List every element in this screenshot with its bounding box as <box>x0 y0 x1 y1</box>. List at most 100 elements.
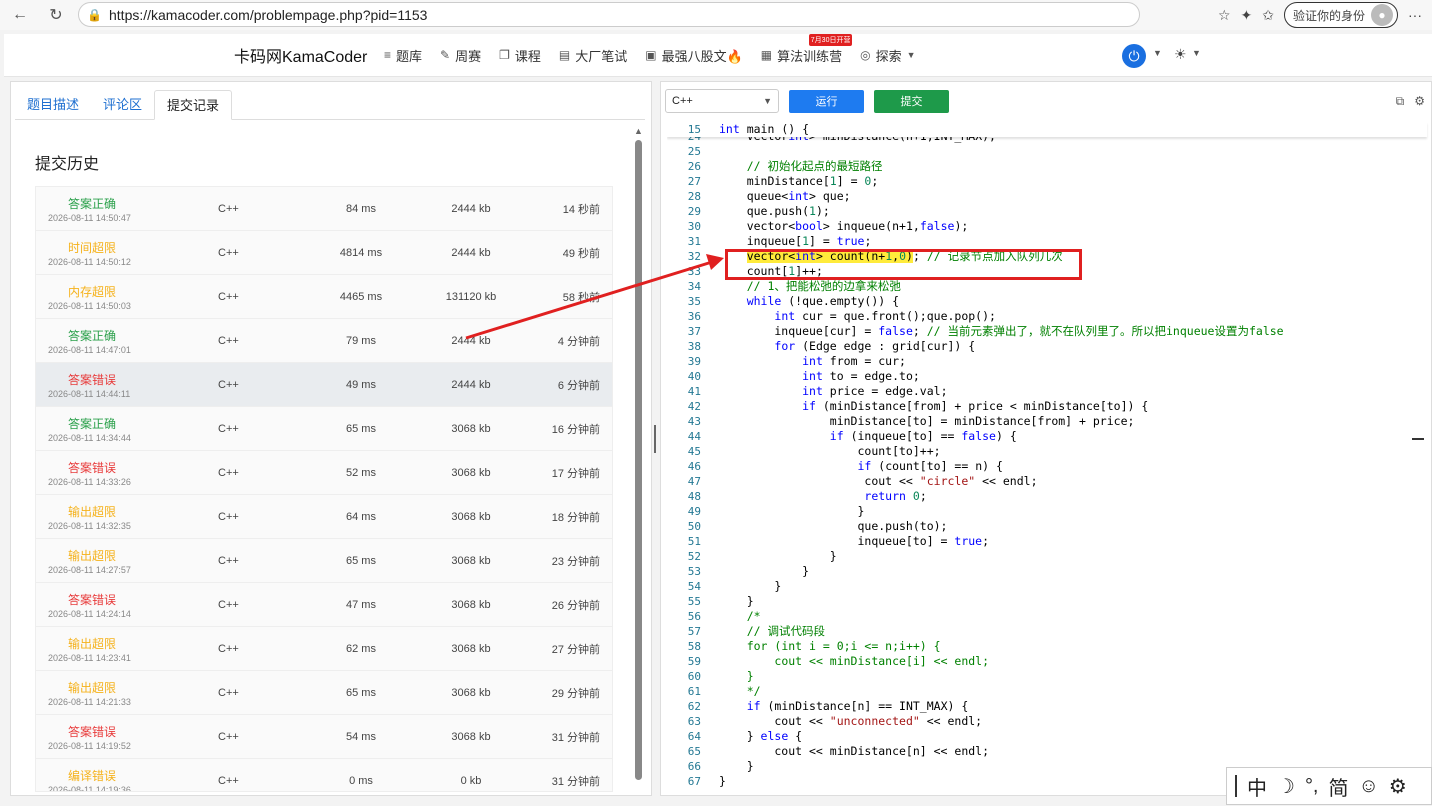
run-time: 79 ms <box>346 334 376 347</box>
language-select[interactable]: C++ ▼ <box>665 89 779 113</box>
scroll-up-icon[interactable]: ▲ <box>634 126 643 136</box>
memory: 3068 kb <box>451 554 491 567</box>
star-icon[interactable]: ☆ <box>1218 7 1231 24</box>
line-number: 15 <box>687 123 701 136</box>
verify-identity-button[interactable]: 验证你的身份 ● <box>1283 2 1398 28</box>
tab-0[interactable]: 题目描述 <box>15 90 91 119</box>
line-number: 62 <box>687 700 701 713</box>
browser-toolbar: ← ↻ 🔒 https://kamacoder.com/problempage.… <box>0 0 1432 30</box>
submit-date: 2026-08-11 14:27:57 <box>48 565 131 575</box>
line-number: 27 <box>687 175 701 188</box>
line-number: 37 <box>687 325 701 338</box>
calendar-icon: ▦ <box>760 48 773 62</box>
lock-icon: 🔒 <box>87 7 102 22</box>
ime-item-1[interactable]: ☽ <box>1277 774 1295 799</box>
table-row[interactable]: 输出超限 2026-08-11 14:32:35 C++ 64 ms 3068 kb 18… <box>36 495 612 539</box>
tab-2[interactable]: 提交记录 <box>154 90 233 120</box>
panel-splitter[interactable] <box>654 425 656 453</box>
table-row[interactable]: 输出超限 2026-08-11 14:21:33 C++ 65 ms 3068 kb 29… <box>36 671 612 715</box>
time-ago: 18 分钟前 <box>551 511 600 524</box>
code-text: int to = edge.to; <box>802 369 920 383</box>
settings-icon[interactable]: ⚙ <box>1414 94 1425 109</box>
power-icon[interactable]: ⏻ <box>1122 44 1146 68</box>
ime-toolbar: 中 ☽ °, 简 ☺ ⚙ <box>1226 767 1432 805</box>
table-row[interactable]: 输出超限 2026-08-11 14:27:57 C++ 65 ms 3068 kb 23… <box>36 539 612 583</box>
submission-list: 答案正确 2026-08-11 14:50:47 C++ 84 ms 2444 kb 14… <box>35 186 613 792</box>
theme-icon[interactable]: ☀ <box>1174 46 1187 63</box>
table-row[interactable]: 答案正确 2026-08-11 14:47:01 C++ 79 ms 2444 kb 4 … <box>36 319 612 363</box>
table-row[interactable]: 时间超限 2026-08-11 14:50:12 C++ 4814 ms 2444 kb… <box>36 231 612 275</box>
more-icon[interactable]: ··· <box>1408 7 1422 23</box>
ime-item-4[interactable]: ☺ <box>1359 775 1379 798</box>
run-button[interactable]: 运行 <box>789 89 864 113</box>
ime-item-3[interactable]: 简 <box>1329 772 1349 801</box>
code-text: count[to]++; <box>719 444 941 458</box>
nav-item-3[interactable]: ▤ 大厂笔试 <box>559 46 627 65</box>
tab-1[interactable]: 评论区 <box>91 90 154 119</box>
nav-item-5[interactable]: ▦ 算法训练营 7月30日开营 <box>760 33 853 65</box>
submit-button[interactable]: 提交 <box>874 89 949 113</box>
status-label: 答案错误 <box>68 593 117 607</box>
table-row[interactable]: 内存超限 2026-08-11 14:50:03 C++ 4465 ms 131120 … <box>36 275 612 319</box>
code-line: 51 inqueue[to] = true; <box>667 534 1427 549</box>
nav-item-6[interactable]: ◎ 探索 ▼ <box>860 46 915 65</box>
line-number: 67 <box>687 775 701 788</box>
scrollbar-thumb[interactable] <box>635 140 642 780</box>
status-label: 输出超限 <box>68 637 117 651</box>
submit-date: 2026-08-11 14:19:36 <box>48 785 131 792</box>
code-text: minDistance[1] = 0; <box>719 174 879 188</box>
ime-item-0[interactable]: 中 <box>1247 772 1267 801</box>
run-time: 65 ms <box>346 686 376 699</box>
status-label: 输出超限 <box>68 549 117 563</box>
code-text: cout << "circle" << endl; <box>719 474 1038 488</box>
table-row[interactable]: 答案错误 2026-08-11 14:24:14 C++ 47 ms 3068 kb 26… <box>36 583 612 627</box>
code-line: 27 minDistance[1] = 0; <box>667 174 1427 189</box>
table-row[interactable]: 答案正确 2026-08-11 14:50:47 C++ 84 ms 2444 kb 14… <box>36 187 612 231</box>
site-header: 卡码网KamaCoder ≡ 题库 ✎ 周赛 ❐ 课程 ▤ 大厂笔试 ▣ 最强八股文🔥 ▦ 算法训练营… <box>4 33 1432 77</box>
code-text: inqueue[1] = true; <box>719 234 872 248</box>
ime-item-5[interactable]: ⚙ <box>1389 774 1407 799</box>
favorites-icon[interactable]: ✩ <box>1262 7 1274 24</box>
code-text: int from = cur; <box>802 354 906 368</box>
nav-item-0[interactable]: ≡ 题库 <box>384 46 422 65</box>
scrollbar[interactable]: ▲ <box>633 126 643 782</box>
extensions-icon[interactable]: ✦ <box>1241 7 1253 24</box>
nav-item-1[interactable]: ✎ 周赛 <box>440 46 481 65</box>
table-row[interactable]: 编译错误 2026-08-11 14:19:36 C++ 0 ms 0 kb 31 分钟前 <box>36 759 612 792</box>
table-row[interactable]: 答案正确 2026-08-11 14:34:44 C++ 65 ms 3068 kb 16… <box>36 407 612 451</box>
chevron-down-icon[interactable]: ▼ <box>1153 48 1162 58</box>
submit-date: 2026-08-11 14:50:03 <box>48 301 131 311</box>
nav-item-2[interactable]: ❐ 课程 <box>499 46 541 65</box>
language: C++ <box>218 378 239 391</box>
page-title: 提交历史 <box>35 156 100 173</box>
time-ago: 6 分钟前 <box>557 379 600 392</box>
language: C++ <box>218 554 239 567</box>
memory: 3068 kb <box>451 422 491 435</box>
code-editor[interactable]: 15int main () {24 vectorint> minDistance… <box>667 122 1429 792</box>
nav-item-4[interactable]: ▣ 最强八股文🔥 <box>645 46 743 65</box>
brand-logo[interactable]: 卡码网KamaCoder <box>234 43 367 67</box>
code-line: 52 } <box>667 549 1427 564</box>
code-line: 61 */ <box>667 684 1427 699</box>
time-ago: 27 分钟前 <box>551 643 600 656</box>
table-row[interactable]: 输出超限 2026-08-11 14:23:41 C++ 62 ms 3068 kb 27… <box>36 627 612 671</box>
table-row[interactable]: 答案错误 2026-08-11 14:33:26 C++ 52 ms 3068 kb 17… <box>36 451 612 495</box>
submit-date: 2026-08-11 14:50:12 <box>48 257 131 267</box>
back-icon[interactable]: ← <box>6 1 34 29</box>
ime-item-2[interactable]: °, <box>1305 775 1319 798</box>
table-row[interactable]: 答案错误 2026-08-11 14:19:52 C++ 54 ms 3068 kb 31… <box>36 715 612 759</box>
table-row[interactable]: 答案错误 2026-08-11 14:44:11 C++ 49 ms 2444 kb 6 … <box>36 363 612 407</box>
line-number: 41 <box>687 385 701 398</box>
run-time: 54 ms <box>346 730 376 743</box>
code-line: 63 cout << "unconnected" << endl; <box>667 714 1427 729</box>
address-bar[interactable]: 🔒 https://kamacoder.com/problempage.php?… <box>78 2 1140 27</box>
code-text: cout << minDistance[i] << endl; <box>746 654 990 668</box>
memory: 3068 kb <box>451 598 491 611</box>
refresh-icon[interactable]: ↻ <box>42 1 70 29</box>
code-format-icon[interactable]: ⧉ <box>1396 94 1405 109</box>
code-line: 59 cout << minDistance[i] << endl; <box>667 654 1427 669</box>
code-text: } <box>719 549 837 563</box>
code-line: 36 int cur = que.front();que.pop(); <box>667 309 1427 324</box>
chevron-down-icon[interactable]: ▼ <box>1192 48 1201 58</box>
code-line: 58 for (int i = 0;i <= n;i++) { <box>667 639 1427 654</box>
